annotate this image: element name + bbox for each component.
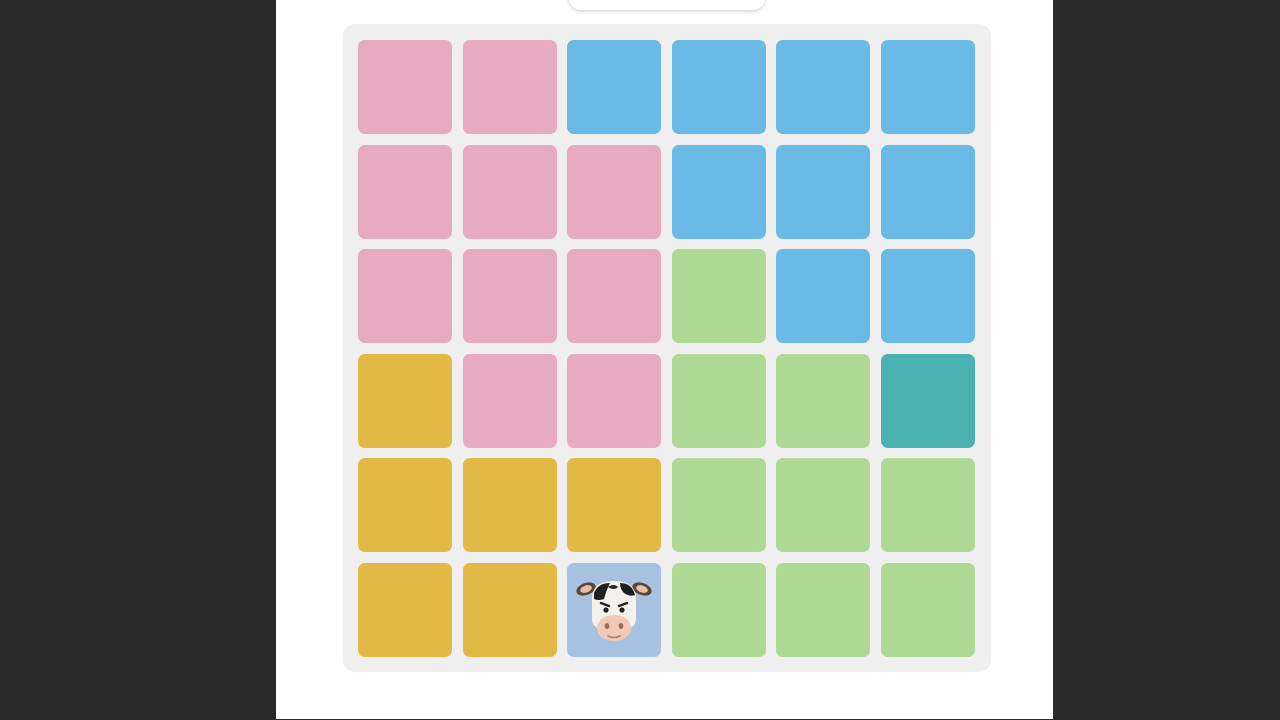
board-cell-r1-c6[interactable] [881, 40, 975, 134]
board-cell-r3-c2[interactable] [463, 249, 557, 343]
top-pill-tab[interactable] [569, 0, 765, 10]
board-cell-r6-c5[interactable] [776, 563, 870, 657]
board-cell-r4-c2[interactable] [463, 354, 557, 448]
board-cell-r2-c5[interactable] [776, 145, 870, 239]
board-cell-r5-c5[interactable] [776, 458, 870, 552]
game-board [343, 24, 991, 672]
board-cell-r6-c1[interactable] [358, 563, 452, 657]
cow-face-icon [576, 581, 652, 641]
board-cell-r4-c4[interactable] [672, 354, 766, 448]
board-cell-r1-c5[interactable] [776, 40, 870, 134]
board-cell-r2-c3[interactable] [567, 145, 661, 239]
board-cell-r3-c5[interactable] [776, 249, 870, 343]
board-cell-r5-c4[interactable] [672, 458, 766, 552]
board-cell-r5-c3[interactable] [567, 458, 661, 552]
game-page [276, 0, 1053, 719]
board-cell-r1-c4[interactable] [672, 40, 766, 134]
board-cell-r2-c1[interactable] [358, 145, 452, 239]
board-cell-r1-c3[interactable] [567, 40, 661, 134]
board-cell-r5-c6[interactable] [881, 458, 975, 552]
board-cell-r6-c6[interactable] [881, 563, 975, 657]
board-cell-r5-c2[interactable] [463, 458, 557, 552]
board-cell-r1-c1[interactable] [358, 40, 452, 134]
board-cell-r3-c6[interactable] [881, 249, 975, 343]
board-cell-r2-c4[interactable] [672, 145, 766, 239]
board-cell-r6-c2[interactable] [463, 563, 557, 657]
board-cell-r3-c1[interactable] [358, 249, 452, 343]
board-cell-r3-c4[interactable] [672, 249, 766, 343]
board-cell-r6-c3[interactable] [567, 563, 661, 657]
board-cell-r2-c6[interactable] [881, 145, 975, 239]
board-cell-r4-c5[interactable] [776, 354, 870, 448]
board-cell-r2-c2[interactable] [463, 145, 557, 239]
board-cell-r3-c3[interactable] [567, 249, 661, 343]
board-cell-r6-c4[interactable] [672, 563, 766, 657]
board-cell-r4-c1[interactable] [358, 354, 452, 448]
board-cell-r4-c6[interactable] [881, 354, 975, 448]
board-cell-r1-c2[interactable] [463, 40, 557, 134]
board-cell-r4-c3[interactable] [567, 354, 661, 448]
board-cell-r5-c1[interactable] [358, 458, 452, 552]
